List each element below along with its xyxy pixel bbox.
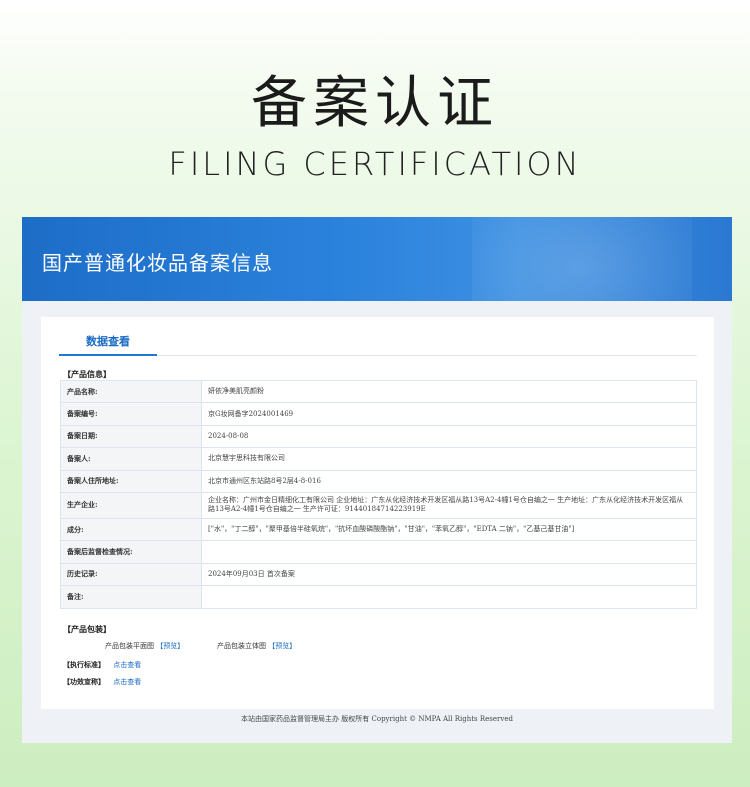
- hero-subtitle: FILING CERTIFICATION: [168, 145, 582, 183]
- banner: 国产普通化妆品备案信息: [22, 217, 732, 301]
- table-row: 产品名称: 妍依净美肌亮颜粉: [60, 379, 697, 404]
- footer-copyright: 本站由国家药品监督管理局主办 版权所有 Copyright © NMPA All…: [241, 715, 513, 723]
- packaging-solid-label: 产品包装立体图: [217, 642, 266, 650]
- packaging-flat-preview-link[interactable]: 【预览】: [156, 642, 184, 650]
- row-key: 历史记录:: [60, 562, 202, 587]
- row-key: 备案后监督检查情况:: [60, 540, 202, 564]
- table-row: 备注:: [60, 585, 697, 609]
- row-key: 成分:: [60, 517, 202, 542]
- screenshot-panel: 国产普通化妆品备案信息 数据查看 【产品信息】 产品名称: 妍依净美肌亮颜粉 备…: [22, 217, 732, 743]
- packaging-flat: 产品包装平面图 【预览】: [105, 641, 184, 651]
- table-row: 备案人: 北京慧宇思科技有限公司: [60, 447, 697, 471]
- standard-view-link[interactable]: 点击查看: [113, 661, 141, 669]
- table-row: 成分: ["水"，"丁二醇"，"聚甲基倍半硅氧烷"，"抗坏血酸磷酸酯钠"，"甘油…: [60, 517, 697, 542]
- row-key: 备案日期:: [60, 424, 202, 449]
- packaging-solid: 产品包装立体图 【预览】: [217, 641, 296, 651]
- row-key: 备案编号:: [60, 402, 202, 426]
- content-card: 数据查看 【产品信息】 产品名称: 妍依净美肌亮颜粉 备案编号: 京G妆网备字2…: [41, 317, 714, 709]
- table-row: 备案日期: 2024-08-08: [60, 424, 697, 449]
- table-row: 备案编号: 京G妆网备字2024001469: [60, 402, 697, 426]
- row-value: 京G妆网备字2024001469: [201, 402, 697, 426]
- row-key: 备案人:: [60, 447, 202, 471]
- row-key: 备案人住所地址:: [60, 469, 202, 493]
- table-row: 备案人住所地址: 北京市通州区东站路8号2层4-8-016: [60, 469, 697, 493]
- row-value: [201, 540, 697, 564]
- banner-title: 国产普通化妆品备案信息: [42, 251, 273, 275]
- packaging-solid-preview-link[interactable]: 【预览】: [268, 642, 296, 650]
- row-value: 妍依净美肌亮颜粉: [201, 379, 697, 404]
- hero-title: 备案认证: [251, 71, 499, 136]
- row-value: 企业名称：广州市金日精细化工有限公司 企业地址：广东从化经济技术开发区福从路13…: [201, 491, 697, 519]
- efficacy-row: 【功效宣称】 点击查看: [63, 677, 141, 687]
- row-value: 北京慧宇思科技有限公司: [201, 447, 697, 471]
- tab-active-indicator: [59, 354, 157, 356]
- row-value: ["水"，"丁二醇"，"聚甲基倍半硅氧烷"，"抗坏血酸磷酸酯钠"，"甘油"，"苯…: [201, 517, 697, 542]
- packaging-label: 【产品包装】: [63, 624, 111, 634]
- standard-row: 【执行标准】 点击查看: [63, 660, 141, 670]
- row-key: 生产企业:: [60, 491, 202, 519]
- table-row: 生产企业: 企业名称：广州市金日精细化工有限公司 企业地址：广东从化经济技术开发…: [60, 491, 697, 519]
- row-key: 备注:: [60, 585, 202, 609]
- table-row: 历史记录: 2024年09月03日 首次备案: [60, 562, 697, 587]
- row-key: 产品名称:: [60, 379, 202, 404]
- standard-label: 【执行标准】: [63, 660, 105, 669]
- row-value: 北京市通州区东站路8号2层4-8-016: [201, 469, 697, 493]
- tab-data-view[interactable]: 数据查看: [59, 329, 157, 355]
- table-row: 备案后监督检查情况:: [60, 540, 697, 564]
- row-value: 2024年09月03日 首次备案: [201, 562, 697, 587]
- packaging-flat-label: 产品包装平面图: [105, 642, 154, 650]
- efficacy-label: 【功效宣称】: [63, 677, 105, 686]
- product-info-table: 产品名称: 妍依净美肌亮颜粉 备案编号: 京G妆网备字2024001469 备案…: [60, 379, 697, 609]
- row-value: 2024-08-08: [201, 424, 697, 449]
- product-info-label: 【产品信息】: [63, 369, 111, 379]
- efficacy-view-link[interactable]: 点击查看: [113, 678, 141, 686]
- row-value: [201, 585, 697, 609]
